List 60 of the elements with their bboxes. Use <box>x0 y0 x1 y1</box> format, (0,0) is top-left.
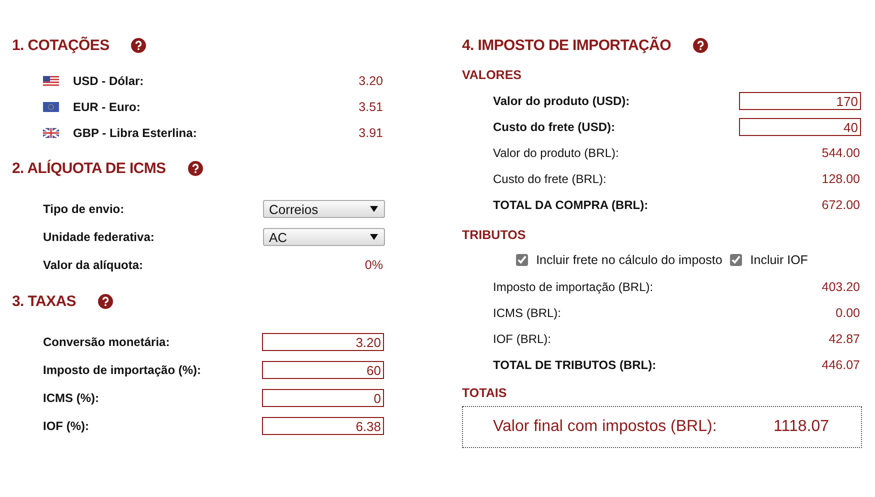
help-icon[interactable] <box>98 294 114 308</box>
section-heading: 4. IMPOSTO DE IMPORTAÇÃO <box>462 36 671 54</box>
field-label: USD - Dólar: <box>73 74 145 88</box>
checkbox-label: Incluir frete no cálculo do imposto <box>536 253 722 267</box>
subsection-heading: VALORES <box>462 68 522 82</box>
field-label: Valor da alíquota: <box>42 258 144 272</box>
value-text: 544.00 <box>822 146 860 160</box>
field-label: Imposto de importação (BRL): <box>492 280 654 294</box>
value-text: 3.20 <box>358 74 383 88</box>
field-label: EUR - Euro: <box>73 100 142 114</box>
dropdown[interactable]: AC <box>263 228 385 246</box>
section-heading: 2. ALÍQUOTA DE ICMS <box>12 160 166 176</box>
field-label: IOF (BRL): <box>492 332 552 346</box>
field-label: Unidade federativa: <box>42 230 156 244</box>
value-text: 672.00 <box>822 198 860 212</box>
value-text: 446.07 <box>822 358 860 372</box>
input-field[interactable]: 3.20 <box>262 333 384 351</box>
field-label: IOF (%): <box>42 419 90 433</box>
field-label: Custo do frete (BRL): <box>492 172 608 186</box>
subsection-heading: TRIBUTOS <box>462 228 527 242</box>
dropdown[interactable]: Correios <box>263 200 385 218</box>
value-text: 42.87 <box>828 332 860 346</box>
help-icon[interactable] <box>131 38 146 52</box>
input-field[interactable]: 0 <box>262 389 384 407</box>
total-value: 1118.07 <box>774 418 829 436</box>
value-text: 128.00 <box>822 172 860 186</box>
caret-icon <box>370 234 378 240</box>
field-label: Imposto de importação (%): <box>42 363 202 377</box>
help-icon[interactable] <box>188 160 203 176</box>
field-label: TOTAL DA COMPRA (BRL): <box>492 198 650 212</box>
total-label: Valor final com impostos (BRL): <box>493 418 717 436</box>
field-label: TOTAL DE TRIBUTOS (BRL): <box>492 358 658 372</box>
input-field[interactable]: 60 <box>262 361 384 379</box>
input-field[interactable]: 170 <box>739 92 861 110</box>
checkbox[interactable] <box>516 254 528 266</box>
field-label: ICMS (%): <box>42 391 100 405</box>
field-label: Valor do produto (USD): <box>492 94 631 108</box>
field-label: Tipo de envio: <box>42 202 126 216</box>
value-text: 3.91 <box>358 126 383 140</box>
flag-icon <box>43 128 59 138</box>
value-text: 403.20 <box>822 280 860 294</box>
section-heading: 3. TAXAS <box>12 292 76 310</box>
field-label: Conversão monetária: <box>42 335 171 349</box>
checkbox-label: Incluir IOF <box>750 253 808 267</box>
input-field[interactable]: 6.38 <box>262 417 384 435</box>
value-text: 0% <box>364 258 383 272</box>
help-icon[interactable] <box>692 38 708 52</box>
caret-icon <box>370 206 378 212</box>
checkbox[interactable] <box>730 254 742 266</box>
field-label: ICMS (BRL): <box>492 306 562 320</box>
section-heading: 1. COTAÇÕES <box>12 36 110 54</box>
value-text: 3.51 <box>358 100 383 114</box>
value-text: 0.00 <box>836 306 860 320</box>
input-field[interactable]: 40 <box>739 118 861 136</box>
flag-icon <box>43 102 59 112</box>
field-label: Valor do produto (BRL): <box>492 146 620 160</box>
flag-icon <box>43 76 59 86</box>
field-label: Custo do frete (USD): <box>492 120 616 134</box>
field-label: GBP - Libra Esterlina: <box>73 126 198 140</box>
subsection-heading: TOTAIS <box>462 386 508 400</box>
